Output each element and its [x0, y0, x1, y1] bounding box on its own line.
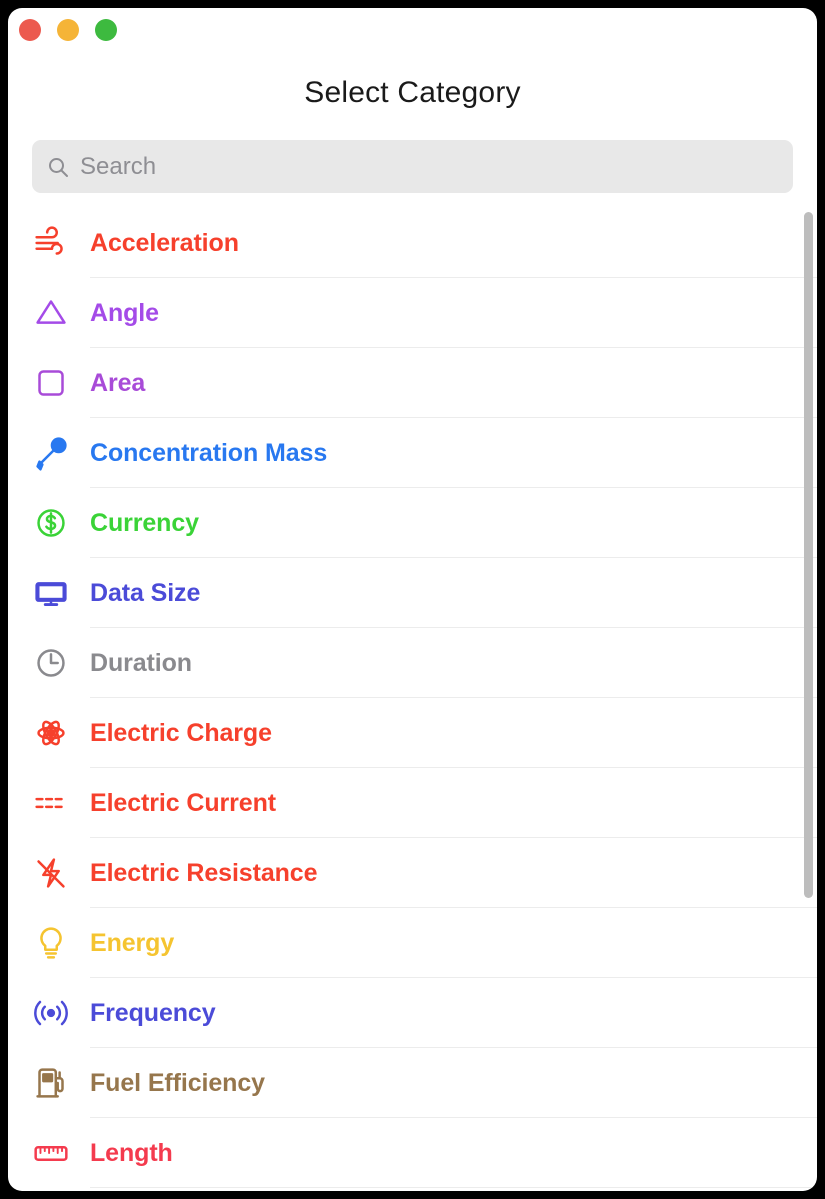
close-button[interactable] — [19, 19, 41, 41]
search-field[interactable] — [32, 140, 793, 193]
triangle-icon — [28, 290, 74, 336]
category-row[interactable]: Length — [8, 1118, 817, 1188]
category-label: Data Size — [90, 578, 201, 607]
window-controls — [19, 19, 117, 41]
category-row[interactable]: Energy — [8, 908, 817, 978]
zoom-button[interactable] — [95, 19, 117, 41]
category-row[interactable]: Data Size — [8, 558, 817, 628]
search-input[interactable] — [80, 152, 779, 181]
category-row[interactable]: Fuel Efficiency — [8, 1048, 817, 1118]
category-label: Electric Resistance — [90, 858, 318, 887]
category-row[interactable]: Duration — [8, 628, 817, 698]
category-label: Electric Charge — [90, 718, 272, 747]
category-row[interactable]: Concentration Mass — [8, 418, 817, 488]
category-row[interactable]: Frequency — [8, 978, 817, 1048]
broadcast-icon — [28, 990, 74, 1036]
search-icon — [46, 155, 70, 179]
category-label: Length — [90, 1138, 173, 1167]
category-label: Energy — [90, 928, 175, 957]
category-row[interactable]: Area — [8, 348, 817, 418]
category-row[interactable]: Currency — [8, 488, 817, 558]
select-category-window: Select Category Acceleration Angle Area Con… — [8, 8, 817, 1191]
category-label: Concentration Mass — [90, 438, 328, 467]
category-label: Currency — [90, 508, 199, 537]
dollar-circle-icon — [28, 500, 74, 546]
scrollbar[interactable] — [801, 208, 815, 1191]
lightbulb-icon — [28, 920, 74, 966]
page-title: Select Category — [304, 76, 521, 109]
category-label: Fuel Efficiency — [90, 1068, 265, 1097]
monitor-icon — [28, 570, 74, 616]
dashed-lines-icon — [28, 780, 74, 826]
category-row[interactable]: Electric Charge — [8, 698, 817, 768]
clock-icon — [28, 640, 74, 686]
category-label: Electric Current — [90, 788, 276, 817]
ruler-icon — [28, 1130, 74, 1176]
eyedropper-icon — [28, 430, 74, 476]
wind-icon — [28, 220, 74, 266]
category-label: Frequency — [90, 998, 216, 1027]
fuel-pump-icon — [28, 1060, 74, 1106]
category-label: Angle — [90, 298, 159, 327]
category-label: Acceleration — [90, 228, 239, 257]
category-row[interactable]: Electric Current — [8, 768, 817, 838]
bolt-slash-icon — [28, 850, 74, 896]
scrollbar-thumb[interactable] — [804, 212, 813, 898]
category-list[interactable]: Acceleration Angle Area Concentration Mass C… — [8, 208, 817, 1191]
category-row[interactable]: Angle — [8, 278, 817, 348]
square-icon — [28, 360, 74, 406]
category-label: Duration — [90, 648, 192, 677]
atom-icon — [28, 710, 74, 756]
category-row[interactable]: Electric Resistance — [8, 838, 817, 908]
category-label: Area — [90, 368, 146, 397]
minimize-button[interactable] — [57, 19, 79, 41]
category-row[interactable]: Acceleration — [8, 208, 817, 278]
